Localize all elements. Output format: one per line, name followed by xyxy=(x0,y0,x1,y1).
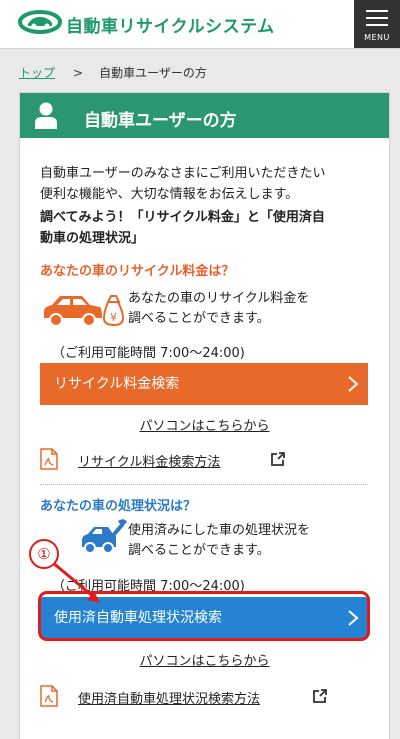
recycle-fee-heading: あなたの車のリサイクル料金は？ xyxy=(40,264,235,279)
processing-status-howto-link[interactable]: 使用済自動車処理状況検索方法 xyxy=(78,688,260,707)
bold-line-1: 調べてみよう！「リサイクル料金」と「使用済自 xyxy=(40,210,325,225)
site-title[interactable]: 自動車リサイクルシステム xyxy=(66,12,275,37)
section-divider xyxy=(40,484,368,485)
recycle-fee-desc-line-1: あなたの車のリサイクル料金を xyxy=(128,291,310,306)
svg-text:¥: ¥ xyxy=(110,311,117,324)
breadcrumb: トップ > 自動車ユーザーの方 xyxy=(19,64,207,81)
site-header: 自動車リサイクルシステム MENU xyxy=(0,0,400,49)
intro-bold-text: 調べてみよう！「リサイクル料金」と「使用済自 動車の処理状況」 xyxy=(40,207,380,249)
chevron-right-icon xyxy=(348,376,359,392)
recycle-fee-search-button[interactable]: リサイクル料金検索 xyxy=(40,363,368,405)
hamburger-icon xyxy=(366,10,388,27)
pdf-icon xyxy=(40,448,58,470)
external-link-icon[interactable] xyxy=(312,688,328,704)
recycle-fee-search-label: リサイクル料金検索 xyxy=(54,376,180,392)
processing-status-howto-row: 使用済自動車処理状況検索方法 xyxy=(40,685,370,709)
annotation-highlight-ring xyxy=(38,591,370,641)
processing-desc-line-1: 使用済みにした車の処理状況を xyxy=(128,523,311,538)
breadcrumb-home-link[interactable]: トップ xyxy=(19,66,55,80)
recycle-fee-description: あなたの車のリサイクル料金を 調べることができます。 xyxy=(128,289,309,329)
intro-text: 自動車ユーザーのみなさまにご利用いただきたい 便利な機能や、大切な情報をお伝えし… xyxy=(40,163,380,205)
recycle-fee-howto-link[interactable]: リサイクル料金検索方法 xyxy=(78,451,220,470)
car-logo-icon[interactable] xyxy=(18,9,62,35)
car-wrench-icon xyxy=(82,519,127,554)
recycle-fee-hours: （ご利用可能時間 7:00〜24:00) xyxy=(52,346,245,361)
external-link-icon[interactable] xyxy=(270,451,286,467)
processing-status-pc-link[interactable]: パソコンはこちらから xyxy=(20,650,389,669)
processing-status-description: 使用済みにした車の処理状況を 調べることができます。 xyxy=(128,521,310,561)
recycle-fee-pc-link[interactable]: パソコンはこちらから xyxy=(20,415,389,434)
menu-button[interactable]: MENU xyxy=(354,0,400,48)
card-header: 自動車ユーザーの方 xyxy=(20,93,389,138)
user-icon xyxy=(35,102,57,129)
pdf-icon xyxy=(40,685,58,707)
breadcrumb-separator: > xyxy=(73,66,84,80)
menu-label: MENU xyxy=(364,33,390,42)
intro-line-1: 自動車ユーザーのみなさまにご利用いただきたい xyxy=(40,166,326,181)
user-info-card: 自動車ユーザーの方 自動車ユーザーのみなさまにご利用いただきたい 便利な機能や、… xyxy=(19,92,390,739)
annotation-marker: ① xyxy=(29,539,59,569)
processing-status-heading: あなたの車の処理状況は？ xyxy=(40,499,197,514)
intro-line-2: 便利な機能や、大切な情報をお伝えします。 xyxy=(40,187,299,202)
recycle-fee-desc-line-2: 調べることができます。 xyxy=(128,311,270,326)
recycle-fee-howto-row: リサイクル料金検索方法 xyxy=(40,448,370,472)
card-title: 自動車ユーザーの方 xyxy=(84,111,237,131)
bold-line-2: 動車の処理状況」 xyxy=(40,231,145,246)
car-money-icon: ¥ xyxy=(44,295,124,327)
breadcrumb-current: 自動車ユーザーの方 xyxy=(99,66,207,80)
processing-desc-line-2: 調べることができます。 xyxy=(128,543,270,558)
